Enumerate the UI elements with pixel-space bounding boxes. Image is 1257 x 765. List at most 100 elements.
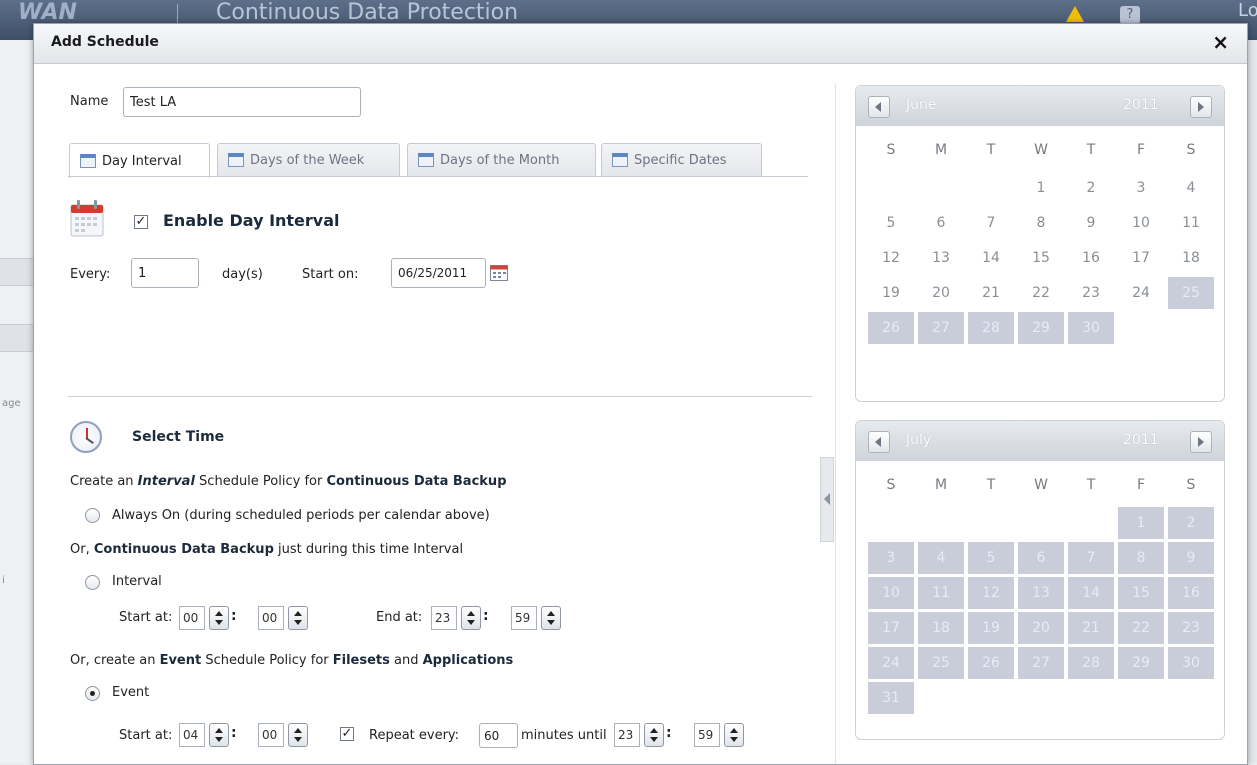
until-minute-value[interactable]: 59: [694, 723, 720, 747]
interval-end-minute-value[interactable]: 59: [511, 606, 537, 630]
calendar-day[interactable]: 3: [1118, 172, 1164, 204]
until-minute-stepper[interactable]: [724, 723, 744, 747]
tab-days-of-the-month[interactable]: Days of the Month: [407, 143, 596, 176]
calendar-day[interactable]: 2: [1068, 172, 1114, 204]
until-hour-value[interactable]: 23: [614, 723, 640, 747]
repeat-minutes-input[interactable]: [479, 723, 518, 748]
next-month-button[interactable]: [1190, 96, 1212, 118]
calendar-day[interactable]: 5: [968, 542, 1014, 574]
calendar-day[interactable]: 28: [1068, 647, 1114, 679]
calendar-day[interactable]: 25: [918, 647, 964, 679]
calendar-month: June: [906, 97, 937, 113]
calendar-day[interactable]: 26: [968, 647, 1014, 679]
interval-end-hour-value[interactable]: 23: [431, 606, 457, 630]
calendar-day[interactable]: 21: [1068, 612, 1114, 644]
event-radio[interactable]: [85, 686, 100, 701]
next-month-button[interactable]: [1190, 431, 1212, 453]
interval-start-minute-stepper[interactable]: [288, 606, 308, 630]
every-days-input[interactable]: [131, 258, 199, 288]
calendar-day[interactable]: 29: [1018, 312, 1064, 344]
calendar-day[interactable]: 26: [868, 312, 914, 344]
calendar-day[interactable]: 15: [1018, 242, 1064, 274]
start-date-input[interactable]: [391, 258, 486, 288]
calendar-day[interactable]: 4: [918, 542, 964, 574]
interval-end-minute-stepper[interactable]: [541, 606, 561, 630]
calendar-day[interactable]: 18: [918, 612, 964, 644]
calendar-day[interactable]: 28: [968, 312, 1014, 344]
calendar-day[interactable]: 30: [1168, 647, 1214, 679]
calendar-day[interactable]: 13: [1018, 577, 1064, 609]
name-input[interactable]: [123, 87, 361, 117]
event-start-hour-stepper[interactable]: [209, 723, 229, 747]
tab-days-of-the-week[interactable]: Days of the Week: [217, 143, 400, 176]
calendar-day[interactable]: 10: [868, 577, 914, 609]
calendar-day[interactable]: 3: [868, 542, 914, 574]
calendar-day[interactable]: 9: [1068, 207, 1114, 239]
tab-specific-dates[interactable]: Specific Dates: [601, 143, 762, 176]
calendar-day[interactable]: 9: [1168, 542, 1214, 574]
interval-end-hour-stepper[interactable]: [461, 606, 481, 630]
collapse-panel-handle[interactable]: [820, 457, 834, 542]
calendar-day[interactable]: 31: [868, 682, 914, 714]
calendar-day[interactable]: 5: [868, 207, 914, 239]
calendar-day[interactable]: 6: [1018, 542, 1064, 574]
interval-start-hour-stepper[interactable]: [209, 606, 229, 630]
calendar-day[interactable]: 13: [918, 242, 964, 274]
calendar-day[interactable]: 23: [1068, 277, 1114, 309]
interval-radio[interactable]: [85, 575, 100, 590]
always-on-radio[interactable]: [85, 508, 100, 523]
calendar-day[interactable]: 17: [868, 612, 914, 644]
tab-day-interval[interactable]: Day Interval: [69, 143, 210, 178]
event-start-minute-stepper[interactable]: [288, 723, 308, 747]
calendar-day[interactable]: 6: [918, 207, 964, 239]
calendar-day[interactable]: 7: [968, 207, 1014, 239]
calendar-day[interactable]: 20: [918, 277, 964, 309]
calendar-day[interactable]: 2: [1168, 507, 1214, 539]
calendar-day[interactable]: 20: [1018, 612, 1064, 644]
calendar-day[interactable]: 18: [1168, 242, 1214, 274]
calendar-day[interactable]: 8: [1018, 207, 1064, 239]
interval-start-hour-value[interactable]: 00: [179, 606, 205, 630]
event-start-hour-value[interactable]: 04: [179, 723, 205, 747]
calendar-day[interactable]: 1: [1018, 172, 1064, 204]
calendar-day[interactable]: 30: [1068, 312, 1114, 344]
calendar-day[interactable]: 15: [1118, 577, 1164, 609]
calendar-day[interactable]: 11: [918, 577, 964, 609]
until-hour-stepper[interactable]: [644, 723, 664, 747]
calendar-day[interactable]: 21: [968, 277, 1014, 309]
calendar-day[interactable]: 19: [868, 277, 914, 309]
calendar-day[interactable]: 25: [1168, 277, 1214, 309]
calendar-day[interactable]: 23: [1168, 612, 1214, 644]
calendar-day[interactable]: 16: [1168, 577, 1214, 609]
repeat-every-checkbox[interactable]: ✓: [340, 727, 354, 741]
calendar-day[interactable]: 24: [1118, 277, 1164, 309]
prev-month-button[interactable]: [868, 431, 890, 453]
close-button[interactable]: ×: [1212, 30, 1229, 54]
calendar-day[interactable]: 8: [1118, 542, 1164, 574]
calendar-day[interactable]: 12: [968, 577, 1014, 609]
calendar-day[interactable]: 22: [1118, 612, 1164, 644]
calendar-day[interactable]: 14: [968, 242, 1014, 274]
calendar-day[interactable]: 29: [1118, 647, 1164, 679]
calendar-day[interactable]: 10: [1118, 207, 1164, 239]
calendar-day[interactable]: 17: [1118, 242, 1164, 274]
calendar-day[interactable]: 4: [1168, 172, 1214, 204]
calendar-day[interactable]: 1: [1118, 507, 1164, 539]
enable-day-interval-checkbox[interactable]: ✓: [134, 215, 148, 229]
calendar-day[interactable]: 12: [868, 242, 914, 274]
date-picker-icon[interactable]: [490, 265, 508, 281]
calendar-day[interactable]: 14: [1068, 577, 1114, 609]
calendar-day[interactable]: 27: [918, 312, 964, 344]
calendar-day[interactable]: 19: [968, 612, 1014, 644]
calendar-day[interactable]: 22: [1018, 277, 1064, 309]
calendar-day[interactable]: 24: [868, 647, 914, 679]
tab-label: Days of the Month: [440, 152, 560, 168]
calendar-day[interactable]: 16: [1068, 242, 1114, 274]
calendar-day[interactable]: 27: [1018, 647, 1064, 679]
prev-month-button[interactable]: [868, 96, 890, 118]
event-start-minute-value[interactable]: 00: [258, 723, 284, 747]
calendar-day[interactable]: 7: [1068, 542, 1114, 574]
days-unit-label: day(s): [222, 267, 263, 282]
interval-start-minute-value[interactable]: 00: [258, 606, 284, 630]
calendar-day[interactable]: 11: [1168, 207, 1214, 239]
